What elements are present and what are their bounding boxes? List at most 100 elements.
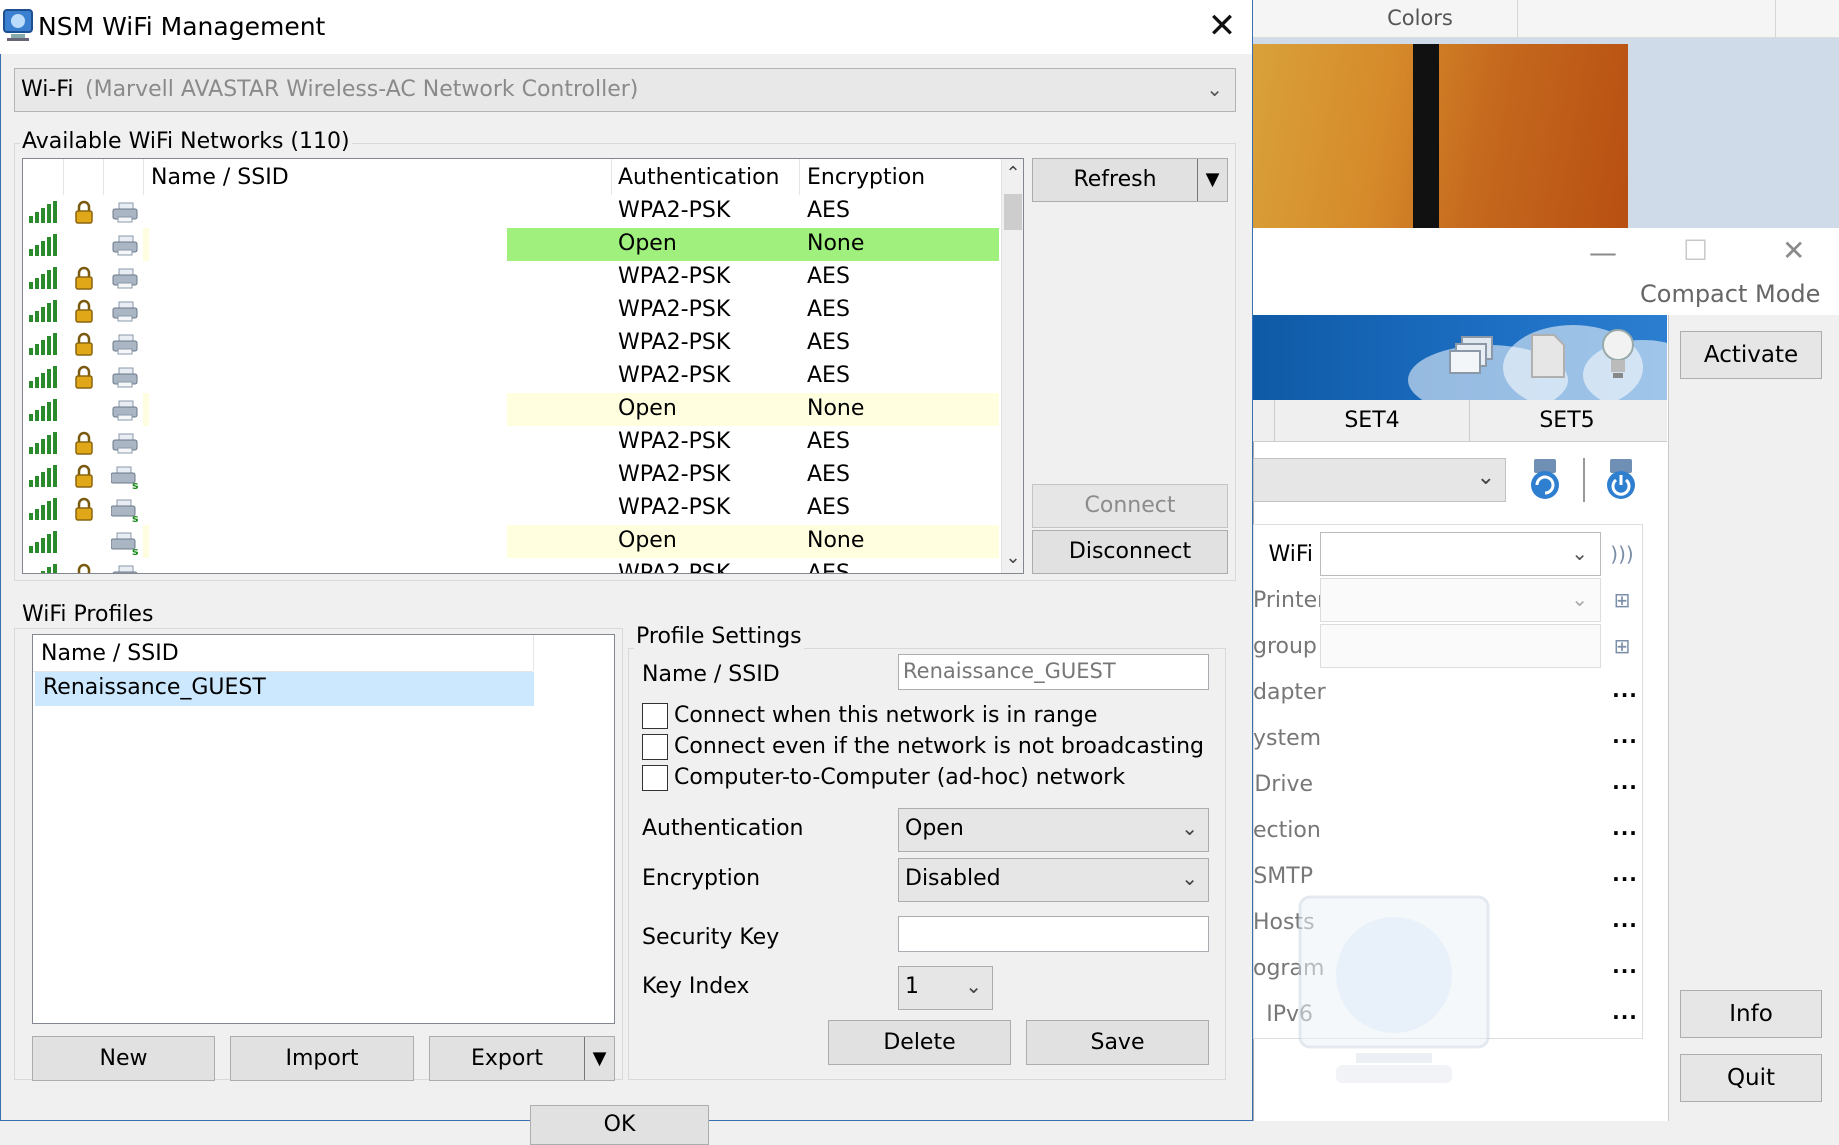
chevron-down-icon: ⌄: [1476, 465, 1495, 490]
lightbulb-icon[interactable]: [1598, 327, 1638, 381]
drive-more-button[interactable]: ...: [1610, 770, 1640, 794]
new-profile-button[interactable]: New: [32, 1036, 215, 1081]
profile-header-divider: [533, 635, 534, 671]
column-authentication[interactable]: Authentication: [618, 165, 780, 190]
printer-icon: [111, 399, 141, 423]
network-encryption: AES: [807, 264, 850, 289]
profile-settings-title: Profile Settings: [634, 624, 804, 649]
info-button[interactable]: Info: [1680, 990, 1822, 1038]
connect-button[interactable]: Connect: [1032, 484, 1228, 528]
network-encryption: AES: [807, 297, 850, 322]
column-encryption[interactable]: Encryption: [807, 165, 925, 190]
network-row[interactable]: WPA2-PSK AES: [23, 426, 1003, 459]
profile-name: Renaissance_GUEST: [43, 675, 266, 700]
header-banner: [1253, 315, 1667, 400]
close-icon[interactable]: ✕: [1782, 234, 1805, 267]
chevron-down-icon: ⌄: [1181, 866, 1198, 890]
add-group-icon[interactable]: ⊞: [1610, 634, 1634, 658]
refresh-dropdown-icon[interactable]: ▼: [1197, 159, 1227, 201]
ssid-field[interactable]: Renaissance_GUEST: [898, 654, 1209, 690]
delete-profile-button[interactable]: Delete: [828, 1020, 1011, 1065]
add-printer-icon[interactable]: ⊞: [1610, 588, 1634, 612]
network-encryption: None: [807, 528, 865, 553]
signal-strength-icon: [29, 531, 57, 553]
windows-icon[interactable]: [1448, 335, 1496, 379]
network-row[interactable]: s WPA2-PSK AES: [23, 459, 1003, 492]
hosts-more-button[interactable]: ...: [1610, 908, 1640, 932]
printer-icon: s: [110, 531, 141, 558]
network-authentication: WPA2-PSK: [618, 495, 731, 520]
program-more-button[interactable]: ...: [1610, 954, 1640, 978]
compact-mode-label[interactable]: Compact Mode: [1640, 280, 1820, 308]
network-app-icon: [3, 9, 33, 41]
network-row[interactable]: Open None: [23, 393, 1003, 426]
tab-set5[interactable]: SET5: [1469, 400, 1664, 442]
quit-button[interactable]: Quit: [1680, 1054, 1822, 1102]
printer-select[interactable]: ⌄: [1320, 578, 1601, 622]
scroll-down-icon[interactable]: ⌄: [1002, 543, 1023, 573]
profile-list-item[interactable]: Renaissance_GUEST: [35, 672, 534, 706]
scroll-up-icon[interactable]: ⌃: [1002, 159, 1023, 189]
profile-list[interactable]: Name / SSID Renaissance_GUEST: [32, 634, 615, 1024]
adhoc-network-checkbox[interactable]: [642, 765, 668, 791]
group-field[interactable]: [1320, 624, 1601, 668]
disconnect-button[interactable]: Disconnect: [1032, 530, 1228, 574]
row-marker: [143, 228, 149, 261]
encryption-select[interactable]: Disabled ⌄: [898, 858, 1209, 902]
power-network-icon[interactable]: [1596, 455, 1646, 505]
network-list-scrollbar[interactable]: ⌃ ⌄: [1001, 159, 1023, 573]
network-row[interactable]: WPA2-PSK AES: [23, 360, 1003, 393]
network-row[interactable]: Open None: [23, 228, 1003, 261]
refresh-button[interactable]: Refresh ▼: [1032, 158, 1228, 202]
import-profile-button[interactable]: Import: [230, 1036, 414, 1081]
ssid-label: Name / SSID: [642, 662, 780, 687]
authentication-label: Authentication: [642, 816, 804, 841]
network-row[interactable]: WPA2-PSK AES: [23, 327, 1003, 360]
network-row[interactable]: WPA2-PSK AES: [23, 294, 1003, 327]
security-key-field[interactable]: [898, 916, 1209, 952]
ipv6-more-button[interactable]: ...: [1610, 1000, 1640, 1024]
export-dropdown-icon[interactable]: ▼: [584, 1037, 614, 1080]
lock-icon: [73, 431, 95, 455]
printer-icon: s: [110, 498, 141, 525]
adapter-more-button[interactable]: ...: [1610, 678, 1640, 702]
save-profile-button[interactable]: Save: [1026, 1020, 1209, 1065]
profile-list-header[interactable]: Name / SSID: [41, 641, 179, 666]
connect-in-range-checkbox[interactable]: [642, 703, 668, 729]
network-authentication: WPA2-PSK: [618, 363, 731, 388]
export-profile-button[interactable]: Export ▼: [429, 1036, 615, 1081]
close-icon[interactable]: ✕: [1202, 6, 1242, 46]
connect-not-broadcasting-checkbox[interactable]: [642, 734, 668, 760]
document-icon[interactable]: [1528, 333, 1568, 379]
network-encryption: AES: [807, 330, 850, 355]
tab-set4[interactable]: SET4: [1274, 400, 1469, 442]
minimize-icon[interactable]: —: [1589, 236, 1617, 269]
wifi-signal-icon[interactable]: ))): [1610, 542, 1634, 566]
column-ssid[interactable]: Name / SSID: [151, 165, 289, 190]
network-authentication: Open: [618, 231, 677, 256]
ok-button[interactable]: OK: [530, 1105, 709, 1145]
smtp-more-button[interactable]: ...: [1610, 862, 1640, 886]
wifi-row-label: WiFi: [1268, 542, 1313, 567]
network-row[interactable]: WPA2-PSK AES: [23, 261, 1003, 294]
scroll-thumb[interactable]: [1004, 194, 1022, 230]
row-highlight: [507, 525, 999, 558]
connection-more-button[interactable]: ...: [1610, 816, 1640, 840]
system-more-button[interactable]: ...: [1610, 724, 1640, 748]
maximize-icon[interactable]: ☐: [1683, 234, 1708, 267]
network-row[interactable]: s WPA2-PSK AES: [23, 492, 1003, 525]
adapter-name: (Marvell AVASTAR Wireless-AC Network Con…: [85, 77, 639, 102]
network-row[interactable]: s Open None: [23, 525, 1003, 558]
wifi-select[interactable]: ⌄: [1320, 532, 1601, 576]
network-list[interactable]: Name / SSID Authentication Encryption WP…: [22, 158, 1024, 574]
adapter-type: Wi-Fi: [21, 77, 74, 102]
network-row[interactable]: WPA2-PSK AES: [23, 195, 1003, 228]
authentication-select[interactable]: Open ⌄: [898, 808, 1209, 852]
activate-button[interactable]: Activate: [1680, 331, 1822, 379]
adapter-select[interactable]: Wi-Fi (Marvell AVASTAR Wireless-AC Netwo…: [14, 68, 1236, 112]
network-row[interactable]: WPA2-PSK AES: [23, 558, 1003, 573]
key-index-select[interactable]: 1 ⌄: [898, 966, 993, 1010]
network-encryption: AES: [807, 495, 850, 520]
set-select[interactable]: ⌄: [1253, 458, 1506, 502]
refresh-network-icon[interactable]: [1520, 455, 1570, 505]
